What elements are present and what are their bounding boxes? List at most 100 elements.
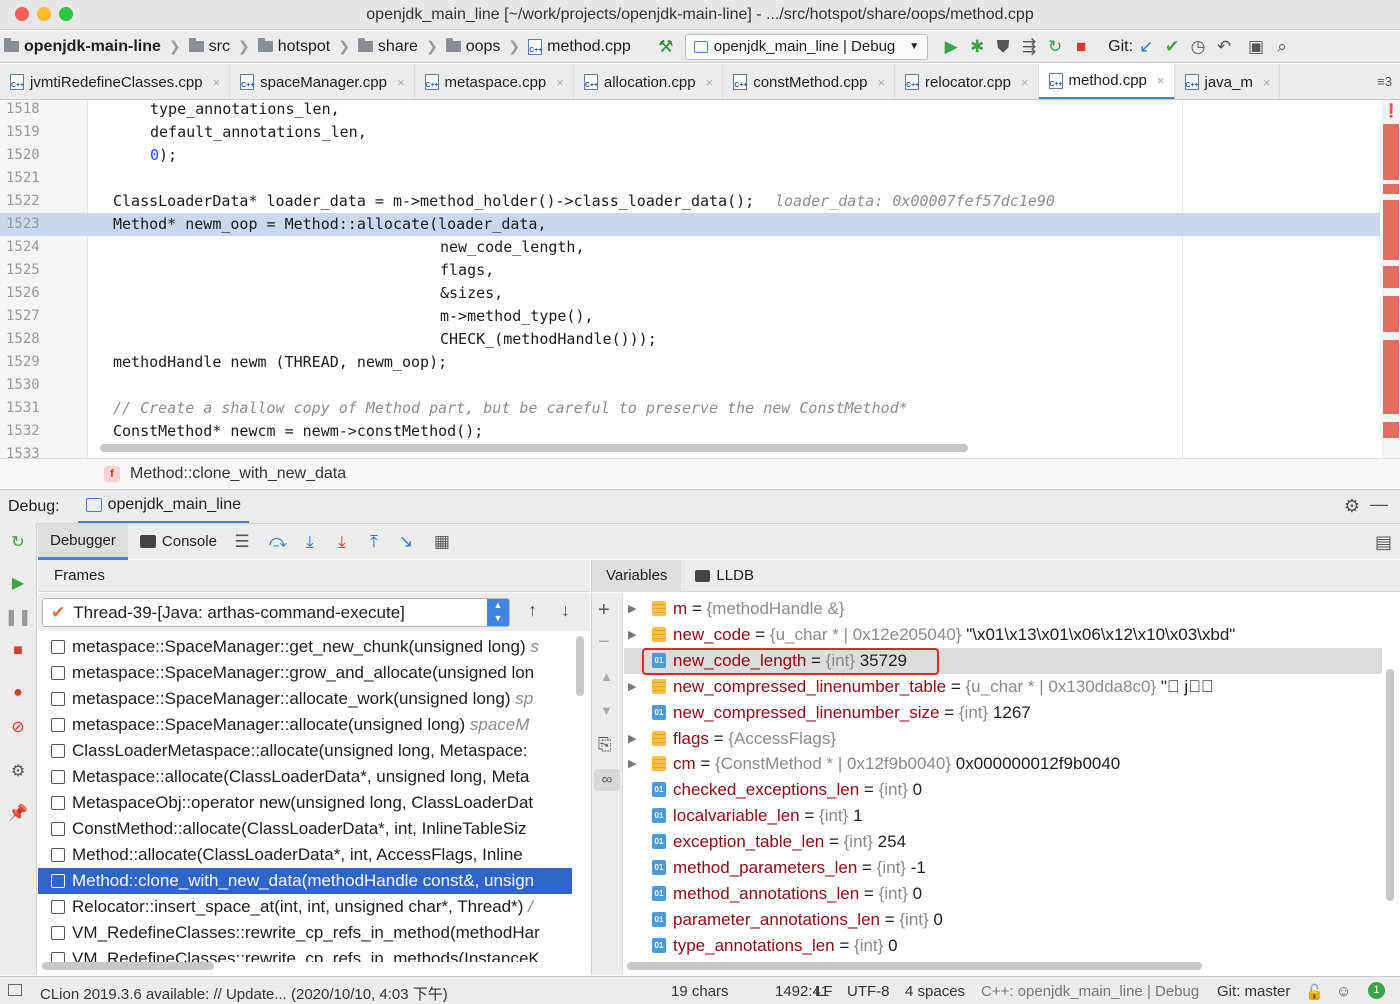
copy-icon[interactable]: ⎘: [598, 735, 612, 755]
stack-frame[interactable]: Metaspace::allocate(ClassLoaderData*, un…: [38, 764, 572, 790]
code-line[interactable]: 1521: [0, 167, 1380, 190]
variable-row[interactable]: 01 parameter_annotations_len = {int} 0: [624, 907, 1382, 933]
tool-windows-icon[interactable]: [8, 984, 22, 996]
variable-row[interactable]: ▶ new_code = {u_char * | 0x12e205040} "\x…: [624, 622, 1382, 648]
close-icon[interactable]: ×: [706, 75, 714, 90]
stack-frame[interactable]: ClassLoaderMetaspace::allocate(unsigned …: [38, 738, 572, 764]
tab-allocation-cpp[interactable]: C++ allocation.cpp ×: [574, 64, 724, 99]
code-line[interactable]: 1528 CHECK_(methodHandle()));: [0, 328, 1380, 351]
build-hammer-icon[interactable]: ⚒: [653, 34, 679, 60]
stack-frame[interactable]: ConstMethod::allocate(ClassLoaderData*, …: [38, 816, 572, 842]
tabs-overflow-menu[interactable]: ≡3: [1369, 64, 1400, 99]
chevron-right-icon[interactable]: ▶: [628, 674, 636, 700]
variable-row[interactable]: 01 type_annotations_len = {int} 0: [624, 933, 1382, 959]
chevron-right-icon[interactable]: ▶: [628, 751, 636, 777]
profile-icon[interactable]: ⇶: [1016, 34, 1042, 60]
tab-method-cpp[interactable]: C++ method.cpp ×: [1038, 64, 1175, 99]
code-line[interactable]: 1520 0);: [0, 144, 1380, 167]
line-separator[interactable]: LF: [815, 983, 833, 1000]
add-watch-icon[interactable]: +: [598, 599, 610, 622]
variable-row[interactable]: 01 method_parameters_len = {int} -1: [624, 855, 1382, 881]
breadcrumb-file[interactable]: C++ method.cpp: [528, 38, 631, 56]
attach-icon[interactable]: ↻: [1042, 34, 1068, 60]
evaluate-expression-icon[interactable]: ▦: [429, 529, 455, 555]
stack-frame[interactable]: MetaspaceObj::operator new(unsigned long…: [38, 790, 572, 816]
inspector-icon[interactable]: ☺: [1336, 983, 1351, 1000]
stack-frame[interactable]: metaspace::SpaceManager::grow_and_alloca…: [38, 660, 572, 686]
error-stripe-mark[interactable]: [1383, 184, 1399, 194]
variable-row[interactable]: ▶ cm = {ConstMethod * | 0x12f9b0040} 0x00…: [624, 751, 1382, 777]
close-icon[interactable]: ×: [556, 75, 564, 90]
chevron-right-icon[interactable]: ▶: [628, 726, 636, 752]
stack-frame[interactable]: metaspace::SpaceManager::get_new_chunk(u…: [38, 634, 572, 660]
step-into-icon[interactable]: ⤓: [297, 529, 323, 555]
breadcrumb-item-src[interactable]: src: [188, 38, 230, 56]
previous-frame-arrow-icon[interactable]: ↑: [528, 600, 537, 621]
variable-row[interactable]: 01 checked_exceptions_len = {int} 0: [624, 777, 1382, 803]
notifications-badge[interactable]: 1: [1368, 982, 1385, 999]
tab-jvmtiredefineclasses-cpp[interactable]: C++ jvmtiRedefineClasses.cpp ×: [0, 64, 231, 99]
rollback-icon[interactable]: ↶: [1211, 34, 1237, 60]
tab-metaspace-cpp[interactable]: C++ metaspace.cpp ×: [415, 64, 574, 99]
code-line[interactable]: 1529 methodHandle newm (THREAD, newm_oop)…: [0, 351, 1380, 374]
tab-java-m[interactable]: C++ java_m ×: [1175, 64, 1281, 99]
coverage-icon[interactable]: ⛊: [990, 34, 1016, 60]
pause-icon[interactable]: ❚❚: [5, 607, 32, 627]
glasses-icon[interactable]: ∞: [594, 769, 620, 791]
thread-select[interactable]: ✔ Thread-39-[Java: arthas-command-execut…: [42, 598, 510, 627]
variables-horizontal-scrollbar[interactable]: [627, 962, 1202, 970]
variable-row[interactable]: ▶ m = {methodHandle &}: [624, 596, 1382, 622]
git-branch[interactable]: Git: master: [1217, 983, 1290, 1000]
next-frame-arrow-icon[interactable]: ↓: [561, 600, 570, 621]
code-line[interactable]: 1525 flags,: [0, 259, 1380, 282]
tab-constmethod-cpp[interactable]: C++ constMethod.cpp ×: [723, 64, 896, 99]
close-icon[interactable]: ×: [397, 75, 405, 90]
code-line[interactable]: 1527 m->method_type(),: [0, 305, 1380, 328]
code-line[interactable]: 1526 &sizes,: [0, 282, 1380, 305]
indent-setting[interactable]: 4 spaces: [905, 983, 965, 1000]
stop-icon[interactable]: ■: [1068, 34, 1094, 60]
code-line[interactable]: 1524 new_code_length,: [0, 236, 1380, 259]
breadcrumb-project[interactable]: openjdk-main-line: [4, 38, 161, 56]
menu-lines-icon[interactable]: ☰: [229, 529, 255, 555]
debug-session-tab[interactable]: openjdk_main_line: [77, 490, 250, 524]
remove-watch-icon[interactable]: −: [598, 631, 610, 654]
error-stripe-mark[interactable]: [1383, 296, 1399, 332]
variable-row[interactable]: 01 exception_table_len = {int} 254: [624, 829, 1382, 855]
tab-spacemanager-cpp[interactable]: C++ spaceManager.cpp ×: [230, 64, 415, 99]
variable-row[interactable]: 01 localvariable_len = {int} 1: [624, 803, 1382, 829]
variable-row[interactable]: 01 new_compressed_linenumber_size = {int}…: [624, 700, 1382, 726]
git-commit-icon[interactable]: ✔: [1159, 34, 1185, 60]
tab-variables[interactable]: Variables: [592, 559, 682, 592]
stack-frame[interactable]: metaspace::SpaceManager::allocate(unsign…: [38, 712, 572, 738]
variable-row[interactable]: ▶ new_compressed_linenumber_table = {u_ch…: [624, 674, 1382, 700]
run-to-cursor-icon[interactable]: ↘: [393, 529, 419, 555]
code-line[interactable]: 1522 ClassLoaderData* loader_data = m->me…: [0, 190, 1380, 213]
chevron-right-icon[interactable]: ▶: [628, 622, 636, 648]
terminal-icon[interactable]: ▣: [1243, 34, 1269, 60]
code-line[interactable]: 1530: [0, 374, 1380, 397]
step-out-icon[interactable]: ⤒: [361, 529, 387, 555]
code-line[interactable]: 1532 ConstMethod* newcm = newm->constMeth…: [0, 420, 1380, 443]
code-line[interactable]: 1518 type_annotations_len,: [0, 100, 1380, 121]
editor-horizontal-scrollbar[interactable]: [100, 444, 968, 452]
stack-frame[interactable]: Method::clone_with_new_data(methodHandle…: [38, 868, 572, 894]
error-stripe-mark[interactable]: [1383, 422, 1399, 438]
search-icon[interactable]: ⌕: [1269, 34, 1295, 60]
frames-horizontal-scrollbar[interactable]: [42, 962, 214, 970]
code-line[interactable]: 1531 // Create a shallow copy of Method p…: [0, 397, 1380, 420]
settings-icon[interactable]: ⚙: [8, 761, 28, 781]
minimize-icon[interactable]: —: [1370, 494, 1388, 515]
step-over-icon[interactable]: ⤼: [265, 529, 291, 555]
code-editor[interactable]: 1518 type_annotations_len, 1519 default_ann…: [0, 100, 1400, 458]
mute-breakpoints-icon[interactable]: ⊘: [8, 717, 28, 737]
run-configuration-select[interactable]: openjdk_main_line | Debug ▼: [684, 33, 929, 60]
close-icon[interactable]: ×: [1157, 73, 1165, 88]
close-icon[interactable]: ×: [213, 75, 221, 90]
error-stripe-mark[interactable]: [1383, 124, 1399, 180]
file-encoding[interactable]: UTF-8: [847, 983, 890, 1000]
close-icon[interactable]: ×: [1021, 75, 1029, 90]
stack-frame[interactable]: Method::allocate(ClassLoaderData*, int, …: [38, 842, 572, 868]
view-breakpoints-icon[interactable]: ●: [8, 683, 28, 703]
breadcrumb-item-share[interactable]: share: [357, 38, 418, 56]
